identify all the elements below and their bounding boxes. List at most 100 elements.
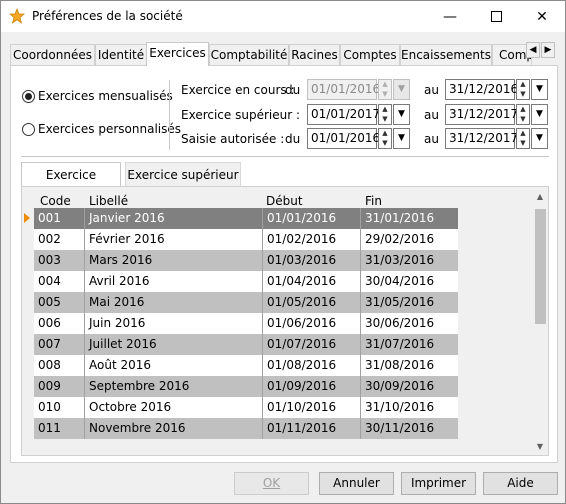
tab-label: Encaissements [401,48,491,62]
table-row[interactable]: 007 Juillet 2016 01/07/2016 31/07/2016 [34,334,458,355]
cell-fin: 31/08/2016 [360,355,458,376]
column-header-fin[interactable]: Fin [365,194,382,208]
date-to-en-cours-spinner[interactable]: ▲ ▼ [516,79,530,100]
star-icon [9,8,25,24]
date-from-saisie[interactable]: 01/01/2016 [307,128,380,149]
date-from-en-cours-dropdown: ▼ [393,79,410,100]
scroll-up-icon[interactable]: ▲ [532,189,548,205]
cell-code: 005 [38,295,61,309]
cell-fin: 31/10/2016 [360,397,458,418]
date-to-superieur-dropdown[interactable]: ▼ [531,104,548,125]
subtab-exercice-courant[interactable]: Exercice courant [21,162,121,206]
minimize-button[interactable]: — [427,1,473,32]
spin-down-icon[interactable]: ▼ [517,90,529,99]
chevron-down-icon: ▼ [536,133,543,143]
date-to-en-cours-dropdown[interactable]: ▼ [531,79,548,100]
tab-identite[interactable]: Identité [95,44,147,65]
spin-down-icon: ▼ [382,90,388,98]
scroll-down-icon[interactable]: ▼ [532,439,548,455]
date-to-superieur-spinner[interactable]: ▲ ▼ [516,104,530,125]
date-to-saisie[interactable]: 31/12/2017 [445,128,518,149]
tab-comptabilite[interactable]: Comptabilité [209,44,289,65]
spin-up-icon[interactable]: ▲ [517,105,529,114]
tab-coordonnees[interactable]: Coordonnées [10,44,95,65]
cell-code: 009 [38,379,61,393]
tab-label: Identité [97,48,145,62]
tab-comptes[interactable]: Comptes [340,44,400,65]
spin-up-icon[interactable]: ▲ [379,105,391,114]
table-row[interactable]: 011 Novembre 2016 01/11/2016 30/11/2016 [34,418,458,439]
tab-label: Racines [291,48,338,62]
cancel-button-label: Annuler [333,476,380,490]
cell-fin: 31/03/2016 [360,250,458,271]
subtab-exercice-superieur[interactable]: Exercice supérieur [125,162,241,187]
cell-fin: 30/06/2016 [360,313,458,334]
period-du-label: du [285,132,301,146]
date-from-saisie-spinner[interactable]: ▲ ▼ [378,128,392,149]
table-row[interactable]: 006 Juin 2016 01/06/2016 30/06/2016 [34,313,458,334]
cell-code: 010 [38,400,61,414]
ok-button[interactable]: OK [234,472,309,495]
cell-libelle: Mai 2016 [84,292,262,313]
table-row[interactable]: 003 Mars 2016 01/03/2016 31/03/2016 [34,250,458,271]
chevron-down-icon: ▼ [536,84,543,94]
vertical-divider [169,80,170,150]
spin-up-icon[interactable]: ▲ [379,129,391,138]
radio-personnalises-label[interactable]: Exercices personnalisés [38,122,181,136]
radio-mensualises-label[interactable]: Exercices mensualisés [38,89,173,103]
date-to-en-cours[interactable]: 31/12/2016 [445,79,518,100]
cell-libelle: Juin 2016 [84,313,262,334]
date-from-superieur-dropdown[interactable]: ▼ [393,104,410,125]
table-row[interactable]: 005 Mai 2016 01/05/2016 31/05/2016 [34,292,458,313]
period-label-superieur: Exercice supérieur : [181,108,300,122]
date-from-saisie-dropdown[interactable]: ▼ [393,128,410,149]
cell-libelle: Novembre 2016 [84,418,262,439]
radio-mensualises[interactable] [22,90,35,103]
spin-down-icon[interactable]: ▼ [517,115,529,124]
close-icon: ✕ [536,8,548,25]
grid-vertical-scrollbar[interactable]: ▲ ▼ [532,187,548,455]
close-button[interactable]: ✕ [519,1,565,32]
spin-up-icon[interactable]: ▲ [517,129,529,138]
print-button[interactable]: Imprimer [401,472,476,495]
period-du-label: du [285,83,301,97]
maximize-icon [490,11,502,22]
tab-scroll-right-button[interactable]: ▶ [541,42,555,58]
tab-racines[interactable]: Racines [289,44,340,65]
spin-down-icon[interactable]: ▼ [517,139,529,148]
date-to-saisie-spinner[interactable]: ▲ ▼ [516,128,530,149]
table-row[interactable]: 004 Avril 2016 01/04/2016 30/04/2016 [34,271,458,292]
column-header-debut[interactable]: Début [266,194,303,208]
tab-encaissements[interactable]: Encaissements [400,44,492,65]
table-row[interactable]: 002 Février 2016 01/02/2016 29/02/2016 [34,229,458,250]
spin-down-icon[interactable]: ▼ [379,115,391,124]
date-to-superieur[interactable]: 31/12/2017 [445,104,518,125]
help-button[interactable]: Aide [483,472,558,495]
cell-debut: 01/05/2016 [262,292,360,313]
radio-personnalises[interactable] [22,123,35,136]
period-au-label: au [424,108,439,122]
scrollbar-thumb[interactable] [535,209,546,324]
cell-fin: 29/02/2016 [360,229,458,250]
column-header-code[interactable]: Code [40,194,71,208]
table-row[interactable]: 001 Janvier 2016 01/01/2016 31/01/2016 [34,208,458,229]
cancel-button[interactable]: Annuler [319,472,394,495]
tab-exercices[interactable]: Exercices [146,42,209,66]
maximize-button[interactable] [473,1,519,32]
date-from-superieur[interactable]: 01/01/2017 [307,104,380,125]
column-header-libelle[interactable]: Libellé [89,194,128,208]
table-row[interactable]: 008 Août 2016 01/08/2016 31/08/2016 [34,355,458,376]
period-label-saisie: Saisie autorisée : [181,132,285,146]
spin-down-icon[interactable]: ▼ [379,139,391,148]
table-row[interactable]: 009 Septembre 2016 01/09/2016 30/09/2016 [34,376,458,397]
table-row[interactable]: 010 Octobre 2016 01/10/2016 31/10/2016 [34,397,458,418]
tab-scroll-left-button[interactable]: ◀ [526,42,540,58]
subtab-label: Exercice supérieur [127,168,239,182]
cell-libelle: Janvier 2016 [84,208,262,229]
cell-debut: 01/06/2016 [262,313,360,334]
chevron-down-icon: ▼ [398,133,405,143]
date-from-superieur-spinner[interactable]: ▲ ▼ [378,104,392,125]
cell-libelle: Octobre 2016 [84,397,262,418]
date-to-saisie-dropdown[interactable]: ▼ [531,128,548,149]
spin-up-icon[interactable]: ▲ [517,80,529,89]
